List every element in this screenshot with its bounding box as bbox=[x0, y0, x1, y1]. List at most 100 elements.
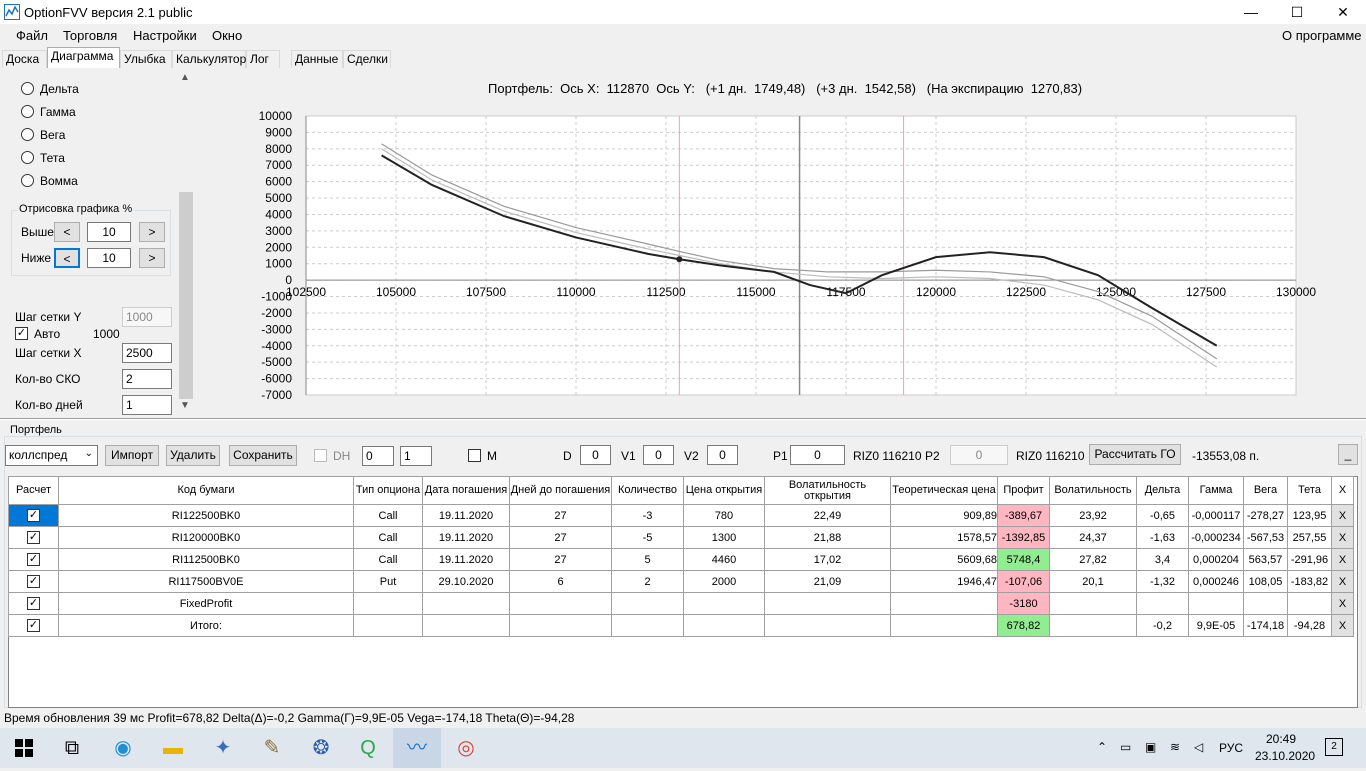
cell-vega[interactable]: -278,27 bbox=[1243, 504, 1288, 527]
column-header[interactable]: Тета bbox=[1287, 476, 1332, 505]
grid-x-input[interactable]: 2500 bbox=[122, 343, 172, 363]
radio-gamma[interactable] bbox=[21, 105, 34, 118]
cell-date[interactable]: 19.11.2020 bbox=[422, 526, 510, 549]
cell-profit[interactable]: 678,82 bbox=[997, 614, 1050, 637]
column-header[interactable]: X bbox=[1331, 476, 1354, 505]
cell-theo[interactable]: 5609,68 bbox=[890, 548, 998, 571]
battery-icon[interactable]: ▭ bbox=[1120, 740, 1131, 754]
optionfvv-task-icon[interactable]: 〰 bbox=[393, 728, 441, 768]
calc-checkbox-cell[interactable]: ✓ bbox=[8, 592, 59, 615]
cell-profit[interactable]: -389,67 bbox=[997, 504, 1050, 527]
below-decrease-button[interactable]: < bbox=[54, 248, 80, 268]
m-checkbox[interactable] bbox=[468, 449, 481, 462]
delete-row-button[interactable]: X bbox=[1331, 592, 1354, 615]
cell-gamma[interactable]: 0,000204 bbox=[1188, 548, 1244, 571]
cell-days[interactable]: 27 bbox=[509, 504, 612, 527]
v2-input[interactable]: 0 bbox=[707, 445, 738, 465]
dh-checkbox[interactable] bbox=[314, 449, 327, 462]
table-row[interactable]: ✓ Итого: 678,82 -0,2 9,9E-05 -174,18 -94,28 X bbox=[8, 614, 1354, 637]
tab-data[interactable]: Данные bbox=[291, 50, 343, 68]
delete-row-button[interactable]: X bbox=[1331, 614, 1354, 637]
cell-theta[interactable]: 123,95 bbox=[1287, 504, 1332, 527]
cell-theo[interactable]: 1578,57 bbox=[890, 526, 998, 549]
network-icon[interactable]: ▣ bbox=[1145, 740, 1156, 754]
cell-delta[interactable] bbox=[1136, 592, 1189, 615]
clock-time[interactable]: 20:49 bbox=[1266, 732, 1296, 746]
column-header[interactable]: Теоретическая цена bbox=[890, 476, 998, 505]
cell-type[interactable] bbox=[353, 614, 423, 637]
tab-chart[interactable]: Диаграмма bbox=[47, 47, 120, 68]
cell-date[interactable]: 19.11.2020 bbox=[422, 548, 510, 571]
calc-checkbox[interactable]: ✓ bbox=[27, 509, 40, 522]
clock-date[interactable]: 23.10.2020 bbox=[1255, 749, 1315, 763]
scroll-down-icon[interactable]: ▼ bbox=[180, 400, 190, 411]
d-input[interactable]: 0 bbox=[580, 445, 611, 465]
below-increase-button[interactable]: > bbox=[139, 248, 165, 268]
minimize-panel-button[interactable]: _ bbox=[1338, 444, 1358, 465]
auto-checkbox[interactable]: ✓ bbox=[15, 327, 28, 340]
radio-vomma[interactable] bbox=[21, 174, 34, 187]
cell-vol[interactable]: 27,82 bbox=[1049, 548, 1137, 571]
column-header[interactable]: Гамма bbox=[1188, 476, 1244, 505]
cell-vol_open[interactable] bbox=[764, 614, 891, 637]
tray-chevron-icon[interactable]: ⌃ bbox=[1097, 740, 1107, 754]
cell-delta[interactable]: -0,2 bbox=[1136, 614, 1189, 637]
cell-delta[interactable]: -0,65 bbox=[1136, 504, 1189, 527]
menu-file[interactable]: Файл bbox=[16, 28, 48, 43]
calc-checkbox-cell[interactable]: ✓ bbox=[8, 526, 59, 549]
radio-vega[interactable] bbox=[21, 128, 34, 141]
tab-smile[interactable]: Улыбка bbox=[120, 50, 172, 68]
calc-checkbox-cell[interactable]: ✓ bbox=[8, 504, 59, 527]
volume-icon[interactable]: ◁ bbox=[1194, 740, 1203, 754]
above-decrease-button[interactable]: < bbox=[54, 222, 80, 242]
cell-code[interactable]: RI112500BK0 bbox=[58, 548, 354, 571]
cell-vega[interactable]: -567,53 bbox=[1243, 526, 1288, 549]
cell-vol[interactable] bbox=[1049, 614, 1137, 637]
above-value[interactable]: 10 bbox=[87, 222, 131, 242]
cell-code[interactable]: FixedProfit bbox=[58, 592, 354, 615]
chrome-icon[interactable]: ◎ bbox=[442, 728, 490, 768]
cell-theta[interactable]: 257,55 bbox=[1287, 526, 1332, 549]
cell-theo[interactable] bbox=[890, 614, 998, 637]
calc-checkbox-cell[interactable]: ✓ bbox=[8, 570, 59, 593]
cell-vol_open[interactable]: 22,49 bbox=[764, 504, 891, 527]
start-icon[interactable] bbox=[0, 728, 48, 768]
days-input[interactable]: 1 bbox=[122, 395, 172, 415]
cell-vol[interactable]: 20,1 bbox=[1049, 570, 1137, 593]
cell-date[interactable]: 19.11.2020 bbox=[422, 504, 510, 527]
cell-vega[interactable]: -174,18 bbox=[1243, 614, 1288, 637]
cell-qty[interactable]: 2 bbox=[611, 570, 684, 593]
cell-price[interactable] bbox=[683, 614, 765, 637]
column-header[interactable]: Код бумаги bbox=[58, 476, 354, 505]
scroll-thumb[interactable] bbox=[179, 192, 193, 399]
calc-go-button[interactable]: Рассчитать ГО bbox=[1089, 444, 1181, 465]
cell-type[interactable]: Put bbox=[353, 570, 423, 593]
language-indicator[interactable]: РУС bbox=[1219, 741, 1243, 755]
cell-vol_open[interactable]: 21,09 bbox=[764, 570, 891, 593]
cell-gamma[interactable]: -0,000117 bbox=[1188, 504, 1244, 527]
cell-qty[interactable]: -3 bbox=[611, 504, 684, 527]
cell-qty[interactable] bbox=[611, 592, 684, 615]
column-header[interactable]: Волатильность открытия bbox=[764, 476, 891, 505]
import-button[interactable]: Импорт bbox=[105, 445, 159, 466]
cell-type[interactable]: Call bbox=[353, 504, 423, 527]
cell-delta[interactable]: -1,32 bbox=[1136, 570, 1189, 593]
app-icon-2[interactable]: ❂ bbox=[297, 728, 345, 768]
app-icon-1[interactable]: ✦ bbox=[199, 728, 247, 768]
tab-deals[interactable]: Сделки bbox=[343, 50, 391, 68]
column-header[interactable]: Дата погашения bbox=[422, 476, 510, 505]
calc-checkbox[interactable]: ✓ bbox=[27, 553, 40, 566]
cell-delta[interactable]: -1,63 bbox=[1136, 526, 1189, 549]
spin-2[interactable]: 1 bbox=[400, 446, 432, 466]
cell-days[interactable]: 6 bbox=[509, 570, 612, 593]
menu-trade[interactable]: Торговля bbox=[63, 28, 117, 43]
column-header[interactable]: Количество bbox=[611, 476, 684, 505]
table-row[interactable]: ✓ FixedProfit -3180 X bbox=[8, 592, 1354, 615]
cell-vol[interactable] bbox=[1049, 592, 1137, 615]
cell-price[interactable]: 2000 bbox=[683, 570, 765, 593]
cell-theta[interactable]: -183,82 bbox=[1287, 570, 1332, 593]
edge-icon[interactable]: ◉ bbox=[99, 728, 147, 768]
maximize-button[interactable]: ☐ bbox=[1274, 0, 1320, 24]
tab-log[interactable]: Лог bbox=[246, 50, 280, 68]
cell-code[interactable]: Итого: bbox=[58, 614, 354, 637]
